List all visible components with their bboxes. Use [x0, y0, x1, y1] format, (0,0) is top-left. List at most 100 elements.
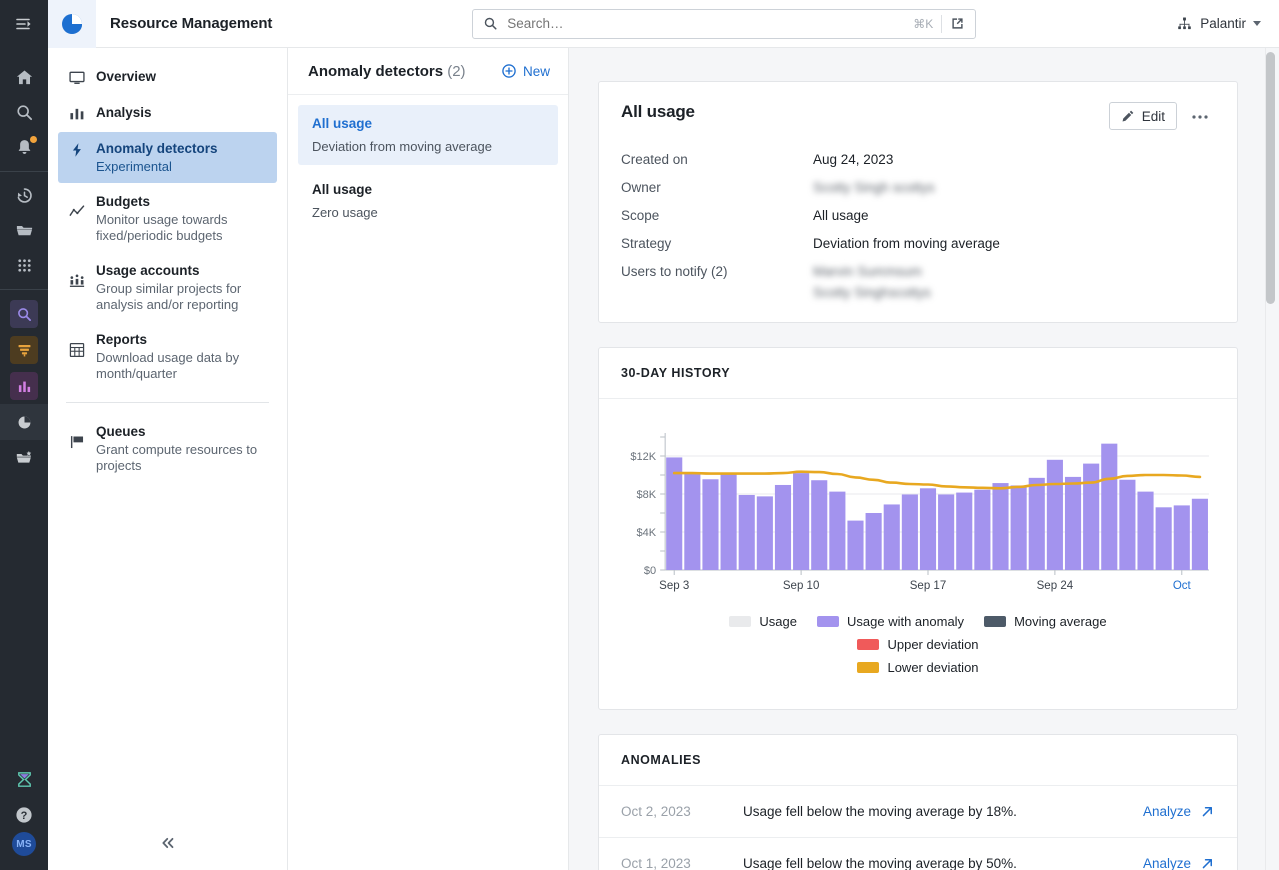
app-logo[interactable]: [48, 0, 96, 48]
sidebar-item-sublabel: Group similar projects for analysis and/…: [96, 281, 242, 312]
chart-bar: [847, 520, 864, 570]
legend-item-usage-with-anomaly[interactable]: Usage with anomaly: [817, 614, 964, 629]
apps-grid-icon: [17, 259, 31, 272]
legend-item-usage[interactable]: Usage: [729, 614, 797, 629]
detail-header: All usage Edit: [599, 82, 1237, 130]
legend-swatch: [729, 616, 752, 627]
chart-bar: [1137, 491, 1154, 570]
edit-button[interactable]: Edit: [1108, 102, 1177, 130]
sidebar-item-label: Overview: [96, 69, 157, 84]
lightning-icon: [68, 140, 86, 158]
field-value: All usage: [813, 208, 869, 223]
chart-bar: [756, 496, 773, 570]
anomaly-row[interactable]: Oct 1, 2023 Usage fell below the moving …: [599, 838, 1237, 870]
plus-circle-icon: [502, 64, 516, 78]
pencil-icon: [1122, 110, 1134, 122]
search-popout-button[interactable]: [942, 16, 969, 31]
anomaly-message: Usage fell below the moving average by 5…: [743, 856, 1017, 870]
sidebar-item-overview[interactable]: Overview: [58, 60, 277, 94]
history-chart-area: $0 $4K $8K $12K Sep 3 Sep 10 Sep 17 Sep 24 Oct U…: [599, 399, 1237, 709]
analyze-link[interactable]: Analyze: [1143, 856, 1215, 870]
detector-list-item-0[interactable]: All usage Deviation from moving average: [298, 105, 558, 165]
rail-item-help[interactable]: ?: [0, 797, 48, 832]
arrow-up-right-icon: [1202, 859, 1212, 869]
rail-item-apps[interactable]: [0, 248, 48, 283]
detector-list-title: Anomaly detectors (2): [308, 63, 501, 80]
search-shortcut-hint: ⌘K: [913, 16, 934, 31]
org-name: Palantir: [1200, 16, 1246, 31]
history-icon: [17, 188, 32, 203]
chart-bar: [1028, 477, 1045, 570]
rail-app-bar-chart[interactable]: [0, 368, 48, 404]
sidebar-item-budgets[interactable]: Budgets Monitor usage towards fixed/peri…: [58, 185, 277, 252]
field-label: Scope: [621, 208, 660, 223]
chart-bar: [720, 473, 737, 570]
legend-item-lower-deviation[interactable]: Lower deviation: [857, 660, 979, 675]
legend-item-upper-deviation[interactable]: Upper deviation: [857, 637, 979, 652]
app-bar-chart-icon: [18, 381, 30, 392]
analyze-link[interactable]: Analyze: [1143, 804, 1215, 819]
rail-item-home[interactable]: [0, 60, 48, 95]
legend-label: Usage with anomaly: [847, 614, 965, 629]
sidebar-item-sublabel: Monitor usage towards fixed/periodic bud…: [96, 212, 228, 243]
rail-item-search[interactable]: [0, 95, 48, 130]
anomalies-card-header: ANOMALIES: [599, 735, 1237, 786]
legend-item-moving-average[interactable]: Moving average: [984, 614, 1107, 629]
detector-strategy: Deviation from moving average: [312, 139, 492, 154]
org-hierarchy-icon: [1178, 17, 1192, 30]
chart-bar: [702, 479, 719, 570]
chart-bar: [1101, 443, 1118, 570]
sidebar-item-usage-accounts[interactable]: Usage accounts Group similar projects fo…: [58, 254, 277, 321]
more-options-button[interactable]: [1183, 102, 1217, 130]
sidebar-item-analysis[interactable]: Analysis: [58, 96, 277, 130]
scrollbar-thumb[interactable]: [1266, 52, 1275, 304]
sidebar-item-queues[interactable]: Queues Grant compute resources to projec…: [58, 415, 277, 482]
detector-list-item-1[interactable]: All usage Zero usage: [298, 171, 558, 231]
rail-item-history[interactable]: [0, 178, 48, 213]
rail-menu-button[interactable]: [0, 0, 48, 48]
rail-app-search[interactable]: [0, 296, 48, 332]
chart-bar: [1155, 507, 1172, 570]
field-value: Deviation from moving average: [813, 236, 1000, 251]
search-box[interactable]: ⌘K: [472, 8, 977, 39]
legend-swatch: [817, 616, 839, 627]
y-axis-tick-label: $0: [644, 565, 656, 577]
rail-item-notifications[interactable]: [0, 130, 48, 165]
detector-name: All usage: [312, 182, 373, 197]
field-label: Created on: [621, 152, 688, 167]
user-avatar[interactable]: MS: [12, 832, 36, 856]
field-value: Scotty Singh scottys: [813, 180, 935, 195]
rail-item-files[interactable]: [0, 213, 48, 248]
sidebar-item-label: Analysis: [96, 105, 152, 120]
legend-label: Lower deviation: [887, 660, 979, 675]
chart-bar: [1173, 505, 1190, 570]
chart-bar: [883, 504, 900, 570]
new-detector-label: New: [522, 63, 550, 79]
org-switcher[interactable]: Palantir: [1176, 15, 1279, 32]
pie-chart-logo: [62, 13, 83, 34]
chart-legend: Usage Usage with anomaly Moving average: [619, 600, 1217, 699]
sidebar-nav: Overview Analysis Anomaly detectors Expe…: [48, 48, 288, 870]
chart-bar: [865, 513, 882, 570]
legend-label: Moving average: [1014, 614, 1107, 629]
rail-app-funnel[interactable]: [0, 332, 48, 368]
chart-bar: [1119, 479, 1136, 570]
search-input[interactable]: [507, 16, 914, 31]
rail-app-new-folder[interactable]: [0, 440, 48, 476]
usage-history-chart[interactable]: $0 $4K $8K $12K Sep 3 Sep 10 Sep 17 Sep 24 Oct: [619, 425, 1217, 600]
double-chevron-left-icon: [162, 837, 174, 849]
sidebar-item-anomaly-detectors[interactable]: Anomaly detectors Experimental: [58, 132, 277, 183]
rail-app-pie-chart[interactable]: [0, 404, 48, 440]
main-content: All usage Edit Created on Aug 24, 2023 O…: [569, 48, 1279, 870]
anomaly-row[interactable]: Oct 2, 2023 Usage fell below the moving …: [599, 786, 1237, 838]
redacted-user-handle-2: scottys: [888, 285, 931, 300]
sidebar-item-label: Reports: [96, 332, 148, 347]
chart-bar: [793, 473, 810, 570]
accounts-icon: [68, 262, 86, 289]
x-axis-tick-label: Sep 17: [910, 580, 947, 592]
sidebar-collapse-button[interactable]: [48, 834, 288, 852]
new-detector-button[interactable]: New: [501, 63, 550, 79]
sidebar-item-reports[interactable]: Reports Download usage data by month/qua…: [58, 323, 277, 390]
main-vertical-scrollbar[interactable]: [1266, 48, 1276, 870]
rail-item-foundry[interactable]: [0, 762, 48, 797]
